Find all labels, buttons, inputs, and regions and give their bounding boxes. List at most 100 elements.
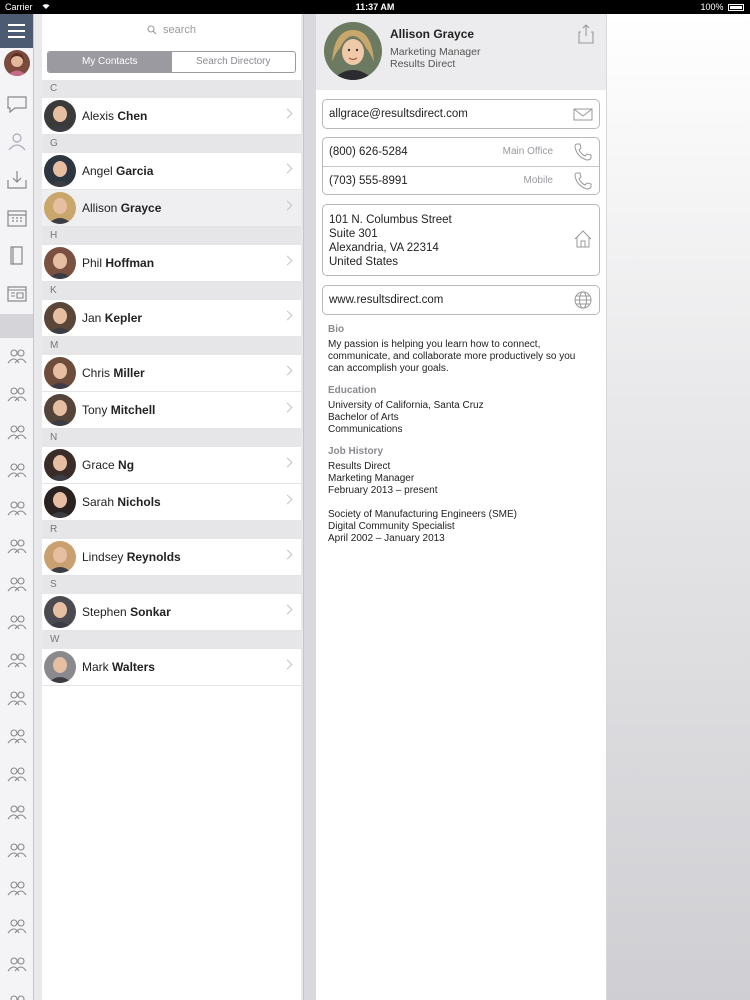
groups-icon[interactable]: [5, 800, 29, 824]
contact-row[interactable]: Chris Miller: [42, 355, 301, 392]
avatar: [44, 394, 76, 426]
phone-main-office[interactable]: (800) 626-5284 Main Office: [323, 138, 599, 166]
contact-name: Mark Walters: [82, 660, 155, 674]
address-card[interactable]: 101 N. Columbus Street Suite 301 Alexand…: [322, 204, 600, 276]
email-field[interactable]: allgrace@resultsdirect.com: [323, 100, 599, 128]
search-icon: [147, 25, 157, 35]
address-line: Suite 301: [329, 228, 378, 240]
chevron-right-icon: [282, 365, 293, 376]
contact-row[interactable]: Tony Mitchell: [42, 392, 301, 429]
groups-icon[interactable]: [5, 420, 29, 444]
groups-icon[interactable]: [5, 686, 29, 710]
contact-photo: [324, 22, 382, 80]
contact-name: Angel Garcia: [82, 164, 154, 178]
groups-icon[interactable]: [5, 914, 29, 938]
menu-button[interactable]: [0, 14, 33, 48]
phone-label: Mobile: [523, 175, 553, 186]
contact-row[interactable]: Jan Kepler: [42, 300, 301, 337]
job-line: Digital Community Specialist: [328, 521, 455, 532]
contact-row[interactable]: Mark Walters: [42, 649, 301, 686]
menu-icon: [8, 24, 25, 26]
contact-name: Grace Ng: [82, 458, 135, 472]
address-line: Alexandria, VA 22314: [329, 242, 439, 254]
chevron-right-icon: [282, 163, 293, 174]
groups-icon[interactable]: [5, 534, 29, 558]
phone-label: Main Office: [502, 146, 553, 157]
app-rail: [0, 14, 34, 1000]
contacts-icon[interactable]: [5, 130, 29, 154]
job-line: April 2002 – January 2013: [328, 533, 445, 544]
contact-row[interactable]: Phil Hoffman: [42, 245, 301, 282]
groups-icon[interactable]: [5, 382, 29, 406]
contact-row[interactable]: Angel Garcia: [42, 153, 301, 190]
my-avatar[interactable]: [4, 50, 30, 76]
contact-header: Allison Grayce Marketing Manager Results…: [316, 14, 606, 90]
inbox-download-icon[interactable]: [5, 168, 29, 192]
contact-row[interactable]: Allison Grayce: [42, 190, 301, 227]
groups-icon[interactable]: [5, 838, 29, 862]
email-card: allgrace@resultsdirect.com: [322, 99, 600, 129]
groups-icon[interactable]: [5, 458, 29, 482]
calendar-icon[interactable]: [5, 206, 29, 230]
groups-icon[interactable]: [5, 876, 29, 900]
section-header: C: [42, 80, 301, 98]
contact-name: Tony Mitchell: [82, 403, 156, 417]
contact-list: C Alexis Chen G Angel Garcia Allison Grayce H…: [42, 80, 301, 686]
email-value: allgrace@resultsdirect.com: [329, 108, 468, 120]
phone-number: (703) 555-8991: [329, 175, 408, 187]
job-history-heading: Job History: [328, 446, 384, 457]
contact-row[interactable]: Sarah Nichols: [42, 484, 301, 521]
avatar: [44, 192, 76, 224]
section-header: G: [42, 135, 301, 153]
globe-icon[interactable]: [573, 290, 593, 310]
groups-icon[interactable]: [5, 990, 29, 1000]
home-icon[interactable]: [573, 229, 593, 249]
section-header: M: [42, 337, 301, 355]
avatar: [44, 449, 76, 481]
contact-row[interactable]: Lindsey Reynolds: [42, 539, 301, 576]
envelope-icon[interactable]: [573, 104, 593, 124]
address-line: United States: [329, 256, 399, 268]
chat-icon[interactable]: [5, 92, 29, 116]
contact-row[interactable]: Alexis Chen: [42, 98, 301, 135]
tab-search-directory[interactable]: Search Directory: [172, 52, 296, 72]
job-line: February 2013 – present: [328, 485, 438, 496]
chevron-right-icon: [282, 659, 293, 670]
groups-icon[interactable]: [5, 952, 29, 976]
phone-card: (800) 626-5284 Main Office (703) 555-899…: [322, 137, 600, 195]
groups-icon[interactable]: [5, 724, 29, 748]
pane-gutter: [304, 14, 315, 1000]
avatar: [44, 247, 76, 279]
chevron-right-icon: [282, 200, 293, 211]
education-line: Bachelor of Arts: [328, 412, 399, 423]
website-field[interactable]: www.resultsdirect.com: [323, 286, 599, 314]
contact-name: Alexis Chen: [82, 109, 148, 123]
phone-mobile[interactable]: (703) 555-8991 Mobile: [323, 166, 599, 194]
contact-row[interactable]: Grace Ng: [42, 447, 301, 484]
contact-row[interactable]: Stephen Sonkar: [42, 594, 301, 631]
contact-name: Allison Grayce: [390, 27, 475, 41]
groups-icon[interactable]: [5, 762, 29, 786]
address-line: 101 N. Columbus Street: [329, 214, 452, 226]
groups-icon[interactable]: [5, 344, 29, 368]
chevron-right-icon: [282, 549, 293, 560]
tab-my-contacts[interactable]: My Contacts: [48, 52, 172, 72]
contact-title: Marketing Manager: [390, 46, 481, 58]
search-input[interactable]: search: [42, 20, 301, 40]
phone-icon[interactable]: [573, 142, 593, 162]
newsletter-icon[interactable]: [5, 282, 29, 306]
battery-indicator: 100%: [700, 2, 744, 12]
section-header: S: [42, 576, 301, 594]
contact-name: Chris Miller: [82, 366, 145, 380]
avatar: [44, 651, 76, 683]
groups-icon[interactable]: [5, 610, 29, 634]
book-icon[interactable]: [5, 244, 29, 268]
phone-icon[interactable]: [573, 171, 593, 191]
groups-icon[interactable]: [5, 572, 29, 596]
share-icon[interactable]: [578, 24, 594, 44]
contacts-list-pane: search My Contacts Search Directory C Ale…: [34, 14, 304, 1000]
groups-icon[interactable]: [5, 648, 29, 672]
groups-icon[interactable]: [5, 496, 29, 520]
contact-name: Stephen Sonkar: [82, 605, 171, 619]
clock: 11:37 AM: [355, 2, 395, 12]
